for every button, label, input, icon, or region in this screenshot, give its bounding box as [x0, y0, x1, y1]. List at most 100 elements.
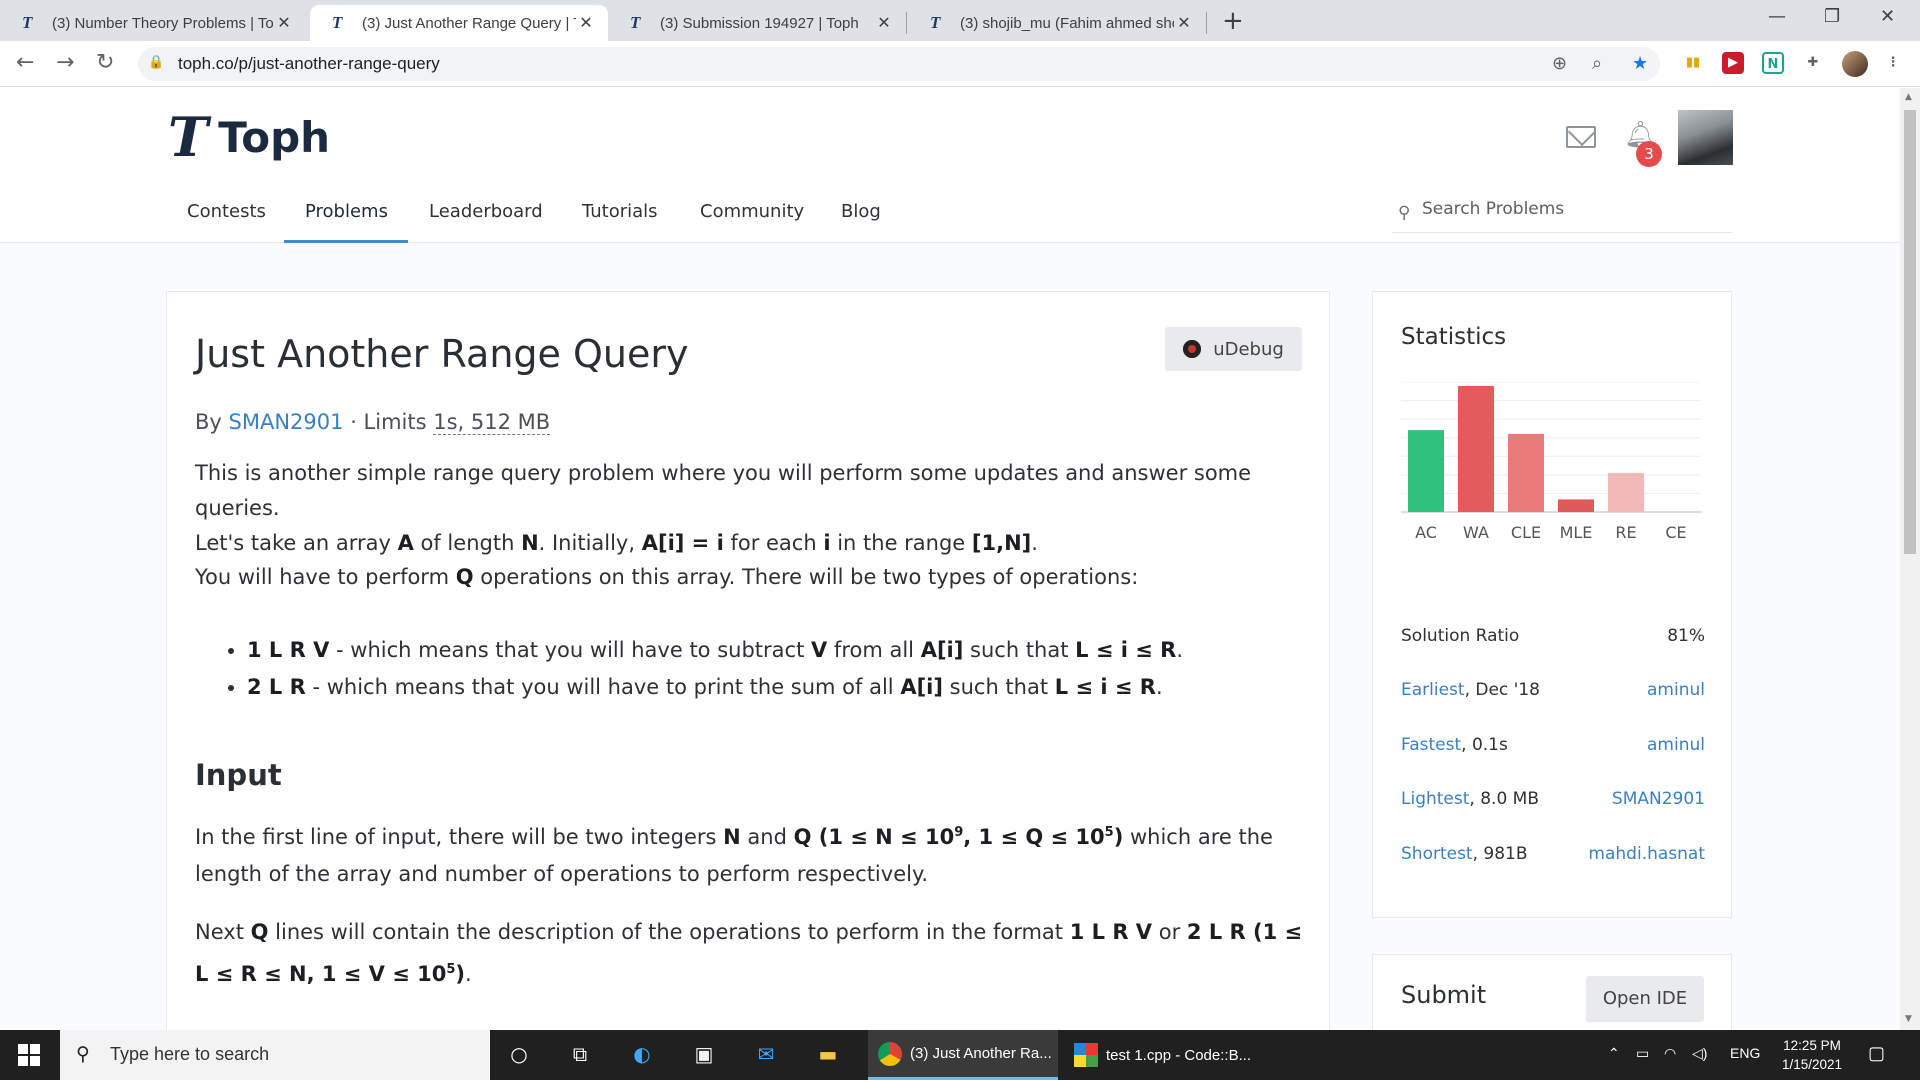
lock-icon: 🔒 [148, 55, 165, 70]
language-indicator[interactable]: ENG [1730, 1045, 1760, 1061]
new-tab-icon[interactable]: + [1222, 6, 1244, 36]
text: In the first line of input, there will b… [195, 825, 724, 849]
input-paragraph-1: In the first line of input, there will b… [195, 814, 1305, 893]
tab-title: (3) Number Theory Problems | Toph [52, 14, 274, 32]
intro-line-1: This is another simple range query probl… [195, 461, 1252, 520]
site-logo[interactable]: T Toph [168, 110, 330, 164]
cortana-icon[interactable]: ○ [505, 1042, 533, 1068]
nav-tutorials[interactable]: Tutorials [582, 201, 658, 222]
stat-label-link[interactable]: Shortest [1401, 844, 1473, 864]
op-code: 2 L R [247, 675, 306, 699]
browser-tab[interactable]: T (3) Submission 194927 | Toph ✕ [608, 5, 906, 41]
profile-avatar-icon[interactable] [1842, 51, 1868, 77]
windows-start-icon[interactable] [18, 1044, 40, 1066]
taskbar-app-codeblocks[interactable]: test 1.cpp - Code::B... [1064, 1030, 1258, 1080]
forward-icon[interactable]: → [56, 50, 74, 75]
close-window-icon[interactable]: ✕ [1880, 6, 1895, 27]
chart-bar-cle[interactable] [1508, 433, 1544, 512]
close-tab-icon[interactable]: ✕ [1174, 13, 1194, 33]
text-bold: L ≤ i ≤ R [1054, 675, 1156, 699]
scrollbar-thumb[interactable] [1904, 110, 1916, 554]
open-ide-button[interactable]: Open IDE [1586, 976, 1704, 1022]
stat-user-link[interactable]: aminul [1647, 735, 1705, 755]
wifi-icon[interactable]: ◠ [1664, 1045, 1676, 1062]
text-bold: N [521, 531, 539, 555]
logo-text: Toph [218, 112, 331, 162]
user-avatar[interactable] [1678, 110, 1733, 165]
nav-contests[interactable]: Contests [187, 201, 266, 222]
chart-bar-ac[interactable] [1408, 430, 1444, 512]
page-scrollbar[interactable]: ▲ ▼ [1900, 88, 1920, 1030]
store-icon[interactable]: ▣ [690, 1042, 718, 1068]
stat-label-link[interactable]: Lightest [1401, 789, 1469, 809]
edge-icon[interactable]: ◐ [628, 1042, 656, 1068]
search-box[interactable]: ⚲ [1392, 193, 1732, 233]
text: You will have to perform [195, 565, 456, 589]
restore-icon[interactable]: ❐ [1824, 6, 1840, 27]
address-bar[interactable]: 🔒 toph.co/p/just-another-range-query ⊕ ⌕… [138, 47, 1660, 81]
limits-value: 1s, 512 MB [433, 410, 551, 435]
stat-label-link[interactable]: Fastest [1401, 735, 1461, 755]
extension-bars-icon[interactable]: ▮▮ [1682, 52, 1704, 74]
reload-icon[interactable]: ↻ [96, 50, 114, 75]
extension-n-icon[interactable]: N [1762, 52, 1784, 74]
stat-user-link[interactable]: mahdi.hasnat [1588, 844, 1705, 864]
text-bold: i [823, 531, 831, 555]
notification-center-icon[interactable]: ▢ [1868, 1043, 1885, 1064]
taskbar-app-title: (3) Just Another Ra... [910, 1045, 1052, 1062]
nav-community[interactable]: Community [700, 201, 804, 222]
minimize-icon[interactable]: — [1768, 6, 1786, 27]
mail-app-icon[interactable]: ✉ [752, 1042, 780, 1068]
nav-problems[interactable]: Problems [305, 201, 388, 222]
battery-icon[interactable]: ▭ [1636, 1045, 1649, 1062]
browser-tab[interactable]: T (3) shojib_mu (Fahim ahmed shojib) | T… [908, 5, 1206, 41]
show-hidden-icons-icon[interactable]: ⌃ [1608, 1045, 1620, 1062]
back-icon[interactable]: ← [16, 50, 34, 75]
nav-blog[interactable]: Blog [841, 201, 881, 222]
close-tab-icon[interactable]: ✕ [874, 13, 894, 33]
scroll-up-icon[interactable]: ▲ [1905, 92, 1912, 102]
chart-bar-re[interactable] [1608, 472, 1644, 512]
close-tab-icon[interactable]: ✕ [576, 13, 596, 33]
input-paragraph-2: Next Q lines will contain the descriptio… [195, 914, 1305, 993]
text: Let's take an array [195, 531, 398, 555]
chart-bar-mle[interactable] [1558, 499, 1594, 512]
stat-user-link[interactable]: aminul [1647, 680, 1705, 700]
search-input[interactable] [1422, 199, 1722, 219]
bookmark-star-icon[interactable]: ★ [1632, 53, 1648, 74]
udebug-button[interactable]: uDebug [1165, 327, 1302, 371]
taskbar-clock[interactable]: 12:25 PM 1/15/2021 [1772, 1036, 1852, 1074]
chart-bar-wa[interactable] [1458, 386, 1494, 512]
file-explorer-icon[interactable]: ▬ [814, 1042, 842, 1068]
text: in the range [830, 531, 972, 555]
notification-badge[interactable]: 3 [1636, 141, 1662, 167]
text: . Initially, [538, 531, 642, 555]
install-app-icon[interactable]: ⊕ [1552, 53, 1567, 74]
nav-leaderboard[interactable]: Leaderboard [429, 201, 543, 222]
text: such that [963, 638, 1076, 662]
taskbar-app-chrome[interactable]: (3) Just Another Ra... [868, 1030, 1058, 1080]
url-text[interactable]: toph.co/p/just-another-range-query [178, 54, 440, 74]
mail-icon[interactable] [1566, 126, 1596, 148]
browser-tab-active[interactable]: T (3) Just Another Range Query | Toph ✕ [310, 5, 608, 41]
chrome-menu-icon[interactable]: ⋮ [1882, 52, 1904, 74]
scroll-down-icon[interactable]: ▼ [1905, 1014, 1912, 1024]
taskbar-app-title: test 1.cpp - Code::B... [1106, 1046, 1252, 1064]
list-item: 2 L R - which means that you will have t… [247, 669, 1183, 706]
browser-tab[interactable]: T (3) Number Theory Problems | Toph ✕ [0, 5, 306, 41]
taskbar-search-placeholder[interactable]: Type here to search [110, 1044, 269, 1065]
zoom-icon[interactable]: ⌕ [1592, 53, 1602, 74]
task-view-icon[interactable]: ⧉ [566, 1042, 594, 1068]
close-tab-icon[interactable]: ✕ [274, 13, 294, 33]
extensions-puzzle-icon[interactable]: ✚ [1802, 52, 1824, 74]
author-link[interactable]: SMAN2901 [229, 410, 344, 434]
extension-play-icon[interactable]: ▶ [1722, 52, 1744, 74]
toph-favicon-icon: T [332, 13, 343, 32]
superscript: 5 [1104, 825, 1114, 840]
taskbar-search[interactable]: ⚲ Type here to search [60, 1030, 490, 1080]
stat-user-link[interactable]: SMAN2901 [1612, 789, 1705, 809]
stat-row-fastest: Fastest, 0.1s aminul [1401, 735, 1705, 755]
search-icon: ⚲ [1398, 203, 1411, 223]
stat-label-link[interactable]: Earliest [1401, 680, 1465, 700]
volume-icon[interactable]: ◁) [1692, 1045, 1707, 1062]
